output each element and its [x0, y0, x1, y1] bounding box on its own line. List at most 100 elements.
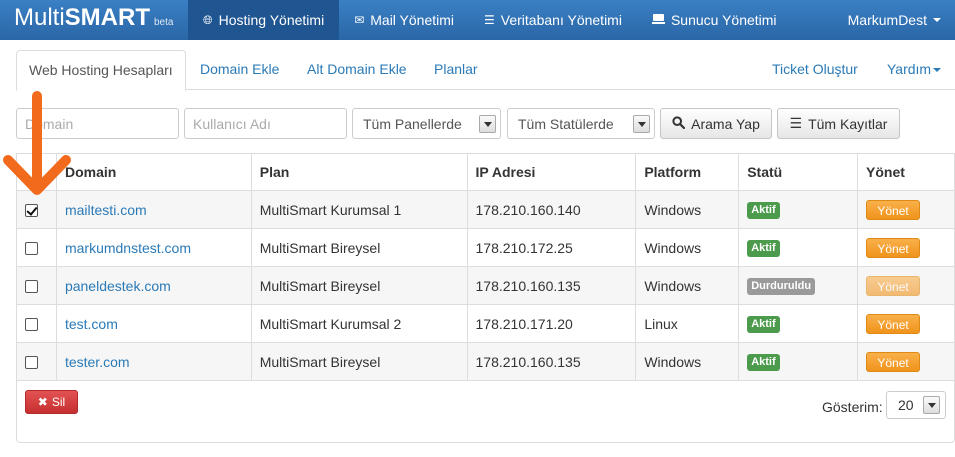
tab-label: Web Hosting Hesapları	[29, 62, 173, 78]
page-size-label: Gösterim:	[822, 399, 883, 415]
select-arrow-icon	[633, 115, 650, 133]
manage-button[interactable]: Yönet	[866, 237, 921, 258]
brand-name-bold: SMART	[64, 3, 150, 31]
tab-add-subdomain[interactable]: Alt Domain Ekle	[307, 50, 407, 90]
username-search-input[interactable]	[185, 109, 346, 138]
nav-mail-label: Mail Yönetimi	[370, 12, 455, 28]
table-row: tester.com MultiSmart Bireysel 178.210.1…	[16, 342, 955, 381]
manage-cell: Yönet	[857, 342, 955, 381]
domain-cell: tester.com	[55, 342, 252, 381]
table-header-row: Domain Plan IP Adresi Platform Statü Yön…	[16, 153, 955, 191]
delete-button-label: Sil	[51, 395, 66, 409]
header-ip[interactable]: IP Adresi	[466, 153, 637, 191]
hosting-accounts-table: Domain Plan IP Adresi Platform Statü Yön…	[16, 153, 955, 381]
status-badge: Aktif	[747, 354, 780, 371]
tab-label: Planlar	[434, 61, 478, 77]
domain-link[interactable]: tester.com	[65, 354, 130, 370]
manage-button[interactable]: Yönet	[866, 313, 921, 334]
row-select-cell	[16, 342, 57, 381]
user-menu[interactable]: MarkumDest	[833, 0, 955, 40]
select-arrow-icon	[923, 396, 940, 414]
status-cell: Durduruldu	[738, 266, 859, 305]
status-badge: Aktif	[747, 316, 780, 333]
table-footer-panel	[16, 381, 955, 443]
brand-logo[interactable]: MultiSMART beta	[0, 0, 188, 43]
status-select-value: Tüm Statülerde	[518, 115, 614, 132]
row-checkbox[interactable]	[25, 318, 38, 332]
tab-add-domain[interactable]: Domain Ekle	[200, 50, 279, 90]
table-row: markumdnstest.com MultiSmart Bireysel 17…	[16, 228, 955, 267]
platform-cell: Windows	[635, 190, 740, 229]
all-records-label: Tüm Kayıtlar	[808, 115, 888, 132]
nav-hosting-label: Hosting Yönetimi	[218, 12, 325, 28]
chevron-down-icon	[933, 68, 942, 73]
help-menu[interactable]: Yardım	[887, 50, 942, 90]
header-platform[interactable]: Platform	[635, 153, 740, 191]
manage-button[interactable]: Yönet	[866, 351, 921, 372]
nav-server[interactable]: Sunucu Yönetimi	[637, 0, 792, 40]
page-size-select[interactable]: 20	[886, 391, 946, 419]
tab-plans[interactable]: Planlar	[434, 50, 478, 90]
manage-button[interactable]: Yönet	[866, 275, 921, 296]
ticket-link[interactable]: Ticket Oluştur	[772, 50, 858, 90]
header-domain[interactable]: Domain	[55, 153, 252, 191]
close-icon: ✖	[37, 395, 48, 409]
tab-web-hosting-accounts[interactable]: Web Hosting Hesapları	[16, 50, 186, 91]
tab-label: Alt Domain Ekle	[307, 61, 407, 77]
panel-select[interactable]: Tüm Panellerde	[352, 108, 501, 139]
domain-link[interactable]: paneldestek.com	[65, 278, 171, 294]
annotation-arrow-icon	[3, 91, 71, 195]
row-checkbox[interactable]	[25, 356, 38, 370]
list-icon: ☰	[484, 13, 495, 27]
status-cell: Aktif	[738, 228, 859, 267]
status-select[interactable]: Tüm Statülerde	[507, 108, 655, 139]
status-badge: Aktif	[747, 202, 780, 219]
nav-mail[interactable]: ✉ Mail Yönetimi	[339, 0, 469, 40]
tab-label: Domain Ekle	[200, 61, 280, 77]
chevron-down-icon	[933, 18, 941, 22]
ip-cell: 178.210.171.20	[466, 304, 637, 343]
plan-cell: MultiSmart Kurumsal 2	[250, 304, 468, 343]
domain-cell: markumdnstest.com	[55, 228, 252, 267]
row-select-cell	[16, 304, 57, 343]
panel-select-value: Tüm Panellerde	[363, 115, 462, 132]
select-arrow-icon	[479, 115, 496, 133]
manage-cell: Yönet	[857, 304, 955, 343]
top-navbar: MultiSMART beta 🌐︎ Hosting Yönetimi ✉ Mai…	[0, 0, 955, 40]
envelope-icon: ✉	[354, 13, 365, 27]
nav-database[interactable]: ☰ Veritabanı Yönetimi	[469, 0, 637, 40]
brand-tag: beta	[154, 16, 174, 28]
row-checkbox[interactable]	[25, 204, 38, 218]
tab-bar: Web Hosting Hesapları Domain Ekle Alt Do…	[16, 50, 955, 91]
status-cell: Aktif	[738, 304, 859, 343]
ticket-label: Ticket Oluştur	[772, 61, 858, 77]
platform-cell: Windows	[635, 342, 740, 381]
header-plan[interactable]: Plan	[250, 153, 468, 191]
header-manage: Yönet	[857, 153, 955, 191]
all-records-button[interactable]: ☰ Tüm Kayıtlar	[777, 108, 900, 139]
nav-database-label: Veritabanı Yönetimi	[500, 12, 622, 28]
domain-link[interactable]: test.com	[65, 316, 118, 332]
ip-cell: 178.210.160.135	[466, 266, 637, 305]
row-checkbox[interactable]	[25, 242, 38, 256]
header-status[interactable]: Statü	[738, 153, 859, 191]
nav-server-label: Sunucu Yönetimi	[670, 12, 777, 28]
plan-cell: MultiSmart Bireysel	[250, 228, 468, 267]
row-select-cell	[16, 266, 57, 305]
manage-cell: Yönet	[857, 190, 955, 229]
domain-link[interactable]: mailtesti.com	[65, 202, 147, 218]
domain-cell: test.com	[55, 304, 252, 343]
row-checkbox[interactable]	[25, 280, 38, 294]
search-button-label: Arama Yap	[691, 115, 760, 132]
status-cell: Aktif	[738, 342, 859, 381]
search-button[interactable]: Arama Yap	[660, 108, 772, 139]
table-row: paneldestek.com MultiSmart Bireysel 178.…	[16, 266, 955, 305]
status-cell: Aktif	[738, 190, 859, 229]
nav-hosting[interactable]: 🌐︎ Hosting Yönetimi	[188, 0, 340, 40]
manage-button[interactable]: Yönet	[866, 199, 921, 220]
plan-cell: MultiSmart Bireysel	[250, 342, 468, 381]
ip-cell: 178.210.172.25	[466, 228, 637, 267]
delete-button[interactable]: ✖ Sil	[25, 390, 78, 414]
user-name: MarkumDest	[847, 12, 927, 28]
domain-link[interactable]: markumdnstest.com	[65, 240, 191, 256]
